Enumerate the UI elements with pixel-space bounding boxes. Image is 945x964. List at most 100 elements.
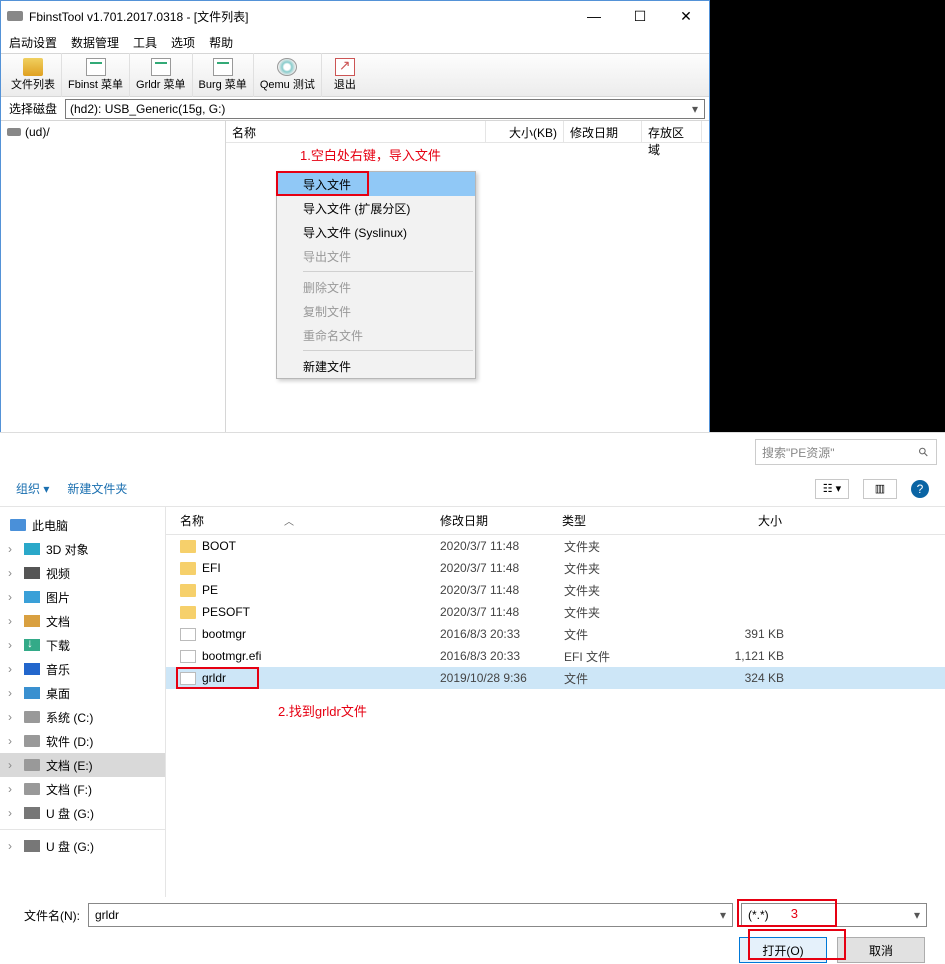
menu-options[interactable]: 选项 <box>171 34 195 51</box>
toolbar: 文件列表 Fbinst 菜单 Grldr 菜单 Burg 菜单 Qemu 测试 … <box>1 53 709 97</box>
col-type[interactable]: 类型 <box>562 512 682 529</box>
help-icon[interactable]: ? <box>911 480 929 498</box>
ico-mus-icon <box>24 663 40 675</box>
disk-label: 选择磁盘 <box>9 100 57 117</box>
col-size[interactable]: 大小(KB) <box>486 121 564 142</box>
filename-input[interactable]: grldr <box>88 903 733 927</box>
dialog-toolbar: 组织 ▾ 新建文件夹 ☷ ▾ ▥ ? <box>0 471 945 507</box>
tree-item[interactable]: ›音乐 <box>0 657 165 681</box>
ctx-import-ext[interactable]: 导入文件 (扩展分区) <box>277 196 475 220</box>
script-icon <box>151 58 171 76</box>
search-input[interactable]: 搜索"PE资源" <box>755 439 937 465</box>
ico-pic-icon <box>24 591 40 603</box>
tree-item[interactable]: ›文档 (F:) <box>0 777 165 801</box>
open-button[interactable]: 打开(O) <box>739 937 827 963</box>
ico-drv-icon <box>24 711 40 723</box>
context-menu: 导入文件 导入文件 (扩展分区) 导入文件 (Syslinux) 导出文件 删除… <box>276 171 476 379</box>
tree-item[interactable]: ›下载 <box>0 633 165 657</box>
tb-grldr-menu[interactable]: Grldr 菜单 <box>130 53 193 97</box>
tb-filelist[interactable]: 文件列表 <box>5 53 62 97</box>
ico-vid-icon <box>24 567 40 579</box>
ico-drv-icon <box>24 735 40 747</box>
list-item[interactable]: EFI2020/3/7 11:48文件夹 <box>166 557 945 579</box>
list-item[interactable]: BOOT2020/3/7 11:48文件夹 <box>166 535 945 557</box>
menubar: 启动设置 数据管理 工具 选项 帮助 <box>1 31 709 53</box>
ctx-copy: 复制文件 <box>277 299 475 323</box>
list-item[interactable]: grldr2019/10/28 9:36文件324 KB <box>166 667 945 689</box>
titlebar: FbinstTool v1.701.2017.0318 - [文件列表] — ☐… <box>1 1 709 31</box>
list-item[interactable]: bootmgr.efi2016/8/3 20:33EFI 文件1,121 KB <box>166 645 945 667</box>
menu-tools[interactable]: 工具 <box>133 34 157 51</box>
disk-selector-row: 选择磁盘 (hd2): USB_Generic(15g, G:) <box>1 97 709 121</box>
ctx-import[interactable]: 导入文件 <box>277 172 475 196</box>
tree-item[interactable]: ›U 盘 (G:) <box>0 834 165 858</box>
filename-label: 文件名(N): <box>18 907 80 924</box>
disc-icon <box>277 58 297 76</box>
maximize-button[interactable]: ☐ <box>617 1 663 31</box>
ico-drv-icon <box>24 783 40 795</box>
list-item[interactable]: bootmgr2016/8/3 20:33文件391 KB <box>166 623 945 645</box>
newfolder-button[interactable]: 新建文件夹 <box>67 480 127 497</box>
col-size[interactable]: 大小 <box>682 512 782 529</box>
tb-exit[interactable]: 退出 <box>328 53 362 97</box>
tree-pane: (ud)/ <box>1 121 226 475</box>
menu-startup[interactable]: 启动设置 <box>9 34 57 51</box>
folder-icon <box>180 606 196 619</box>
book-icon <box>23 58 43 76</box>
annotation-step2: 2.找到grldr文件 <box>278 701 367 720</box>
col-name[interactable]: 名称 <box>226 121 486 142</box>
col-date[interactable]: 修改日期 <box>440 512 562 529</box>
ctx-delete: 删除文件 <box>277 275 475 299</box>
tree-item[interactable]: ›桌面 <box>0 681 165 705</box>
file-icon <box>180 672 196 685</box>
menu-help[interactable]: 帮助 <box>209 34 233 51</box>
tree-root[interactable]: (ud)/ <box>7 125 219 139</box>
cancel-button[interactable]: 取消 <box>837 937 925 963</box>
annotation-step3: 3 <box>791 906 798 921</box>
ico-pc-icon <box>10 519 26 531</box>
file-icon <box>180 650 196 663</box>
tb-fbinst-menu[interactable]: Fbinst 菜单 <box>62 53 130 97</box>
ico-3d-icon <box>24 543 40 555</box>
file-list: 名称︿ 修改日期 类型 大小 BOOT2020/3/7 11:48文件夹EFI2… <box>166 507 945 897</box>
ctx-import-syslinux[interactable]: 导入文件 (Syslinux) <box>277 220 475 244</box>
ico-desk-icon <box>24 687 40 699</box>
tree-item[interactable]: 此电脑 <box>0 513 165 537</box>
script-icon <box>86 58 106 76</box>
disk-select[interactable]: (hd2): USB_Generic(15g, G:) <box>65 99 705 119</box>
minimize-button[interactable]: — <box>571 1 617 31</box>
tree-item[interactable]: ›U 盘 (G:) <box>0 801 165 825</box>
filter-select[interactable]: (*.*) <box>741 903 927 927</box>
ico-usb-icon <box>24 807 40 819</box>
folder-icon <box>180 562 196 575</box>
col-date[interactable]: 修改日期 <box>564 121 642 142</box>
annotation-step1: 1.空白处右键，导入文件 <box>300 145 441 164</box>
tree-item[interactable]: ›软件 (D:) <box>0 729 165 753</box>
tb-burg-menu[interactable]: Burg 菜单 <box>193 53 254 97</box>
col-area[interactable]: 存放区域 <box>642 121 702 142</box>
ctx-newfile[interactable]: 新建文件 <box>277 354 475 378</box>
tb-qemu-test[interactable]: Qemu 测试 <box>254 53 322 97</box>
list-item[interactable]: PESOFT2020/3/7 11:48文件夹 <box>166 601 945 623</box>
list-item[interactable]: PE2020/3/7 11:48文件夹 <box>166 579 945 601</box>
exit-icon <box>335 58 355 76</box>
tree-item[interactable]: ›图片 <box>0 585 165 609</box>
tree-item[interactable]: ›文档 (E:) <box>0 753 165 777</box>
ico-doc-icon <box>24 615 40 627</box>
ctx-export: 导出文件 <box>277 244 475 268</box>
tree-item[interactable]: ›视频 <box>0 561 165 585</box>
menu-data[interactable]: 数据管理 <box>71 34 119 51</box>
organize-button[interactable]: 组织 ▾ <box>16 480 49 497</box>
view-mode-button[interactable]: ☷ ▾ <box>815 479 849 499</box>
preview-button[interactable]: ▥ <box>863 479 897 499</box>
folder-icon <box>180 540 196 553</box>
folder-tree: 此电脑›3D 对象›视频›图片›文档›下载›音乐›桌面›系统 (C:)›软件 (… <box>0 507 166 897</box>
tree-item[interactable]: ›3D 对象 <box>0 537 165 561</box>
tree-item[interactable]: ›系统 (C:) <box>0 705 165 729</box>
close-button[interactable]: ✕ <box>663 1 709 31</box>
tree-item[interactable]: ›文档 <box>0 609 165 633</box>
file-icon <box>180 628 196 641</box>
col-name[interactable]: 名称︿ <box>180 512 440 529</box>
ico-dl-icon <box>24 639 40 651</box>
ctx-rename: 重命名文件 <box>277 323 475 347</box>
